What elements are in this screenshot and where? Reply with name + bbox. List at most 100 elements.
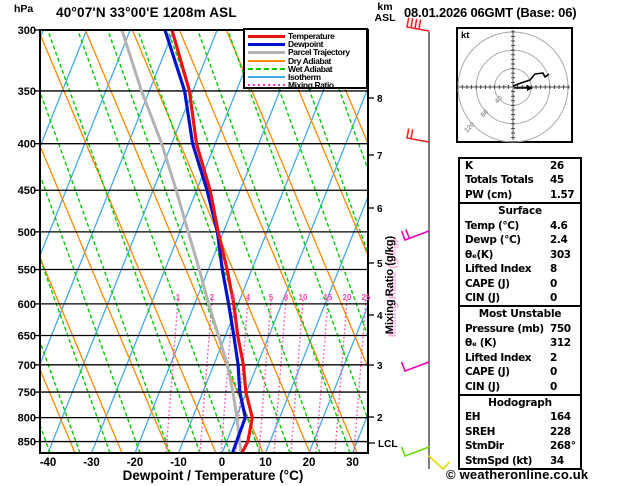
table-row-label: StmDir	[465, 440, 504, 453]
table-section: Most Unstable Pressure (mb) 750 θₑ (K) 312 Li…	[460, 305, 580, 394]
table-row: Pressure (mb) 750	[460, 322, 580, 336]
temp-tick-label: 20	[303, 457, 316, 469]
table-row: CAPE (J) 0	[460, 277, 580, 291]
wet-adiabat-line	[227, 30, 368, 422]
table-row-label: Lifted Index	[465, 263, 532, 276]
pressure-tick-label: 700	[18, 360, 36, 372]
table-row-value: 0	[550, 380, 557, 393]
table-row-label: CIN (J)	[465, 291, 500, 304]
wind-barb-column	[401, 17, 450, 470]
wind-barb	[401, 446, 430, 457]
table-row: Dewp (°C) 2.4	[460, 233, 580, 247]
table-row-label: θₑ (K)	[465, 337, 497, 350]
mixing-ratio-value-label: 20	[343, 293, 352, 302]
legend-line-sample	[248, 34, 285, 38]
km-tick-label: 3	[377, 361, 383, 372]
table-section-header: Surface	[498, 205, 542, 218]
table-row: Lifted Index 8	[460, 262, 580, 276]
mixing-ratio-line	[273, 299, 287, 453]
table-row-value: 34	[550, 454, 564, 467]
table-row: θₑ(K) 303	[460, 248, 580, 262]
wind-barb	[406, 128, 430, 143]
table-row-value: 1.57	[550, 188, 575, 201]
pressure-tick-label: 650	[18, 331, 36, 343]
parcel-trajectory-curve	[120, 30, 243, 453]
axis-labels: 300 350 400 450 500 550 600 650 700 750 800 850 -40 -…	[18, 25, 383, 469]
wet-adiabat-line	[47, 30, 201, 453]
dry-adiabat-line	[272, 30, 368, 258]
table-row-label: Totals Totals	[465, 174, 534, 187]
table-row-value: 2.4	[550, 234, 568, 247]
mixing-ratio-line	[334, 299, 348, 453]
table-row-value: 26	[550, 160, 564, 172]
table-row-value: 45	[550, 174, 564, 187]
table-row-value: 268°	[550, 440, 576, 453]
hodograph: 4080120	[456, 27, 573, 143]
table-section-header: Hodograph	[488, 397, 552, 409]
mixing-ratio-value-label: 3	[231, 293, 236, 302]
isotherm-line	[177, 30, 349, 453]
wind-barb	[428, 455, 450, 470]
table-row: K 26	[460, 159, 580, 173]
mixing-ratio-value-label: 2	[210, 293, 215, 302]
hodograph-unit-label: kt	[461, 30, 470, 41]
table-row-value: 303	[550, 248, 571, 261]
table-row: Lifted Index 2	[460, 351, 580, 365]
km-tick-label: 8	[377, 94, 383, 105]
mixing-ratio-line	[353, 299, 367, 453]
km-tick-label: 4	[377, 311, 383, 322]
pressure-tick-label: 800	[18, 413, 36, 425]
dry-adiabat-line	[178, 30, 358, 453]
table-row-label: K	[465, 160, 473, 172]
pressure-tick-label: 550	[18, 265, 36, 277]
isotherm-line	[264, 194, 368, 453]
mixing-ratio-value-label: 1	[176, 293, 181, 302]
table-row-value: 8	[550, 263, 557, 276]
pressure-gridlines	[40, 29, 368, 443]
table-row: CIN (J) 0	[460, 380, 580, 394]
table-row-value: 750	[550, 322, 571, 335]
mixing-ratio-value-label: 10	[299, 293, 308, 302]
table-row-label: Temp (°C)	[465, 219, 519, 232]
table-row-label: PW (cm)	[465, 188, 512, 201]
legend-line-sample	[248, 42, 285, 46]
legend-item: Mixing Ratio	[248, 81, 366, 89]
mixing-ratio-value-label: 4	[246, 293, 251, 302]
table-row-value: 164	[550, 411, 571, 424]
mixing-ratio-value-label: 8	[284, 293, 289, 302]
temp-tick-label: -40	[40, 457, 57, 469]
wind-barb	[401, 229, 430, 241]
table-row: SREH 228	[460, 425, 580, 439]
pressure-tick-label: 350	[18, 86, 36, 98]
mixing-ratio-value-label: 25	[362, 293, 371, 302]
table-row-label: CAPE (J)	[465, 366, 510, 379]
table-row-value: 4.6	[550, 219, 568, 232]
table-row-label: Dewp (°C)	[465, 234, 521, 247]
table-row-label: θₑ(K)	[465, 248, 493, 261]
km-tick-label: 5	[377, 259, 383, 270]
table-section-header: Most Unstable	[478, 308, 562, 321]
table-section: K 26 Totals Totals 45 PW (cm) 1.57	[460, 159, 580, 202]
legend-line-sample	[248, 84, 285, 87]
pressure-tick-label: 850	[18, 437, 36, 449]
table-row: θₑ (K) 312	[460, 336, 580, 350]
table-row: Temp (°C) 4.6	[460, 219, 580, 233]
table-row: CAPE (J) 0	[460, 365, 580, 379]
table-row-label: SREH	[465, 425, 496, 438]
table-row-value: 2	[550, 351, 557, 364]
legend-box: Temperature Dewpoint Parcel Trajectory Dry …	[243, 28, 368, 89]
table-row: EH 164	[460, 410, 580, 424]
table-section: Hodograph EH 164 SREH 228 StmDir 268° StmSpd (k…	[460, 394, 580, 468]
dry-adiabat-line	[84, 30, 264, 453]
lcl-marker-label: LCL	[378, 439, 397, 450]
table-row-label: CIN (J)	[465, 380, 500, 393]
table-row: StmSpd (kt) 34	[460, 454, 580, 468]
pressure-tick-label: 400	[18, 139, 36, 151]
table-row-value: 0	[550, 291, 557, 304]
table-row-value: 0	[550, 277, 557, 290]
legend-line-sample	[248, 59, 285, 62]
table-row: PW (cm) 1.57	[460, 188, 580, 202]
wind-barb	[406, 17, 430, 32]
table-row-value: 228	[550, 425, 571, 438]
legend-line-sample	[248, 76, 285, 79]
